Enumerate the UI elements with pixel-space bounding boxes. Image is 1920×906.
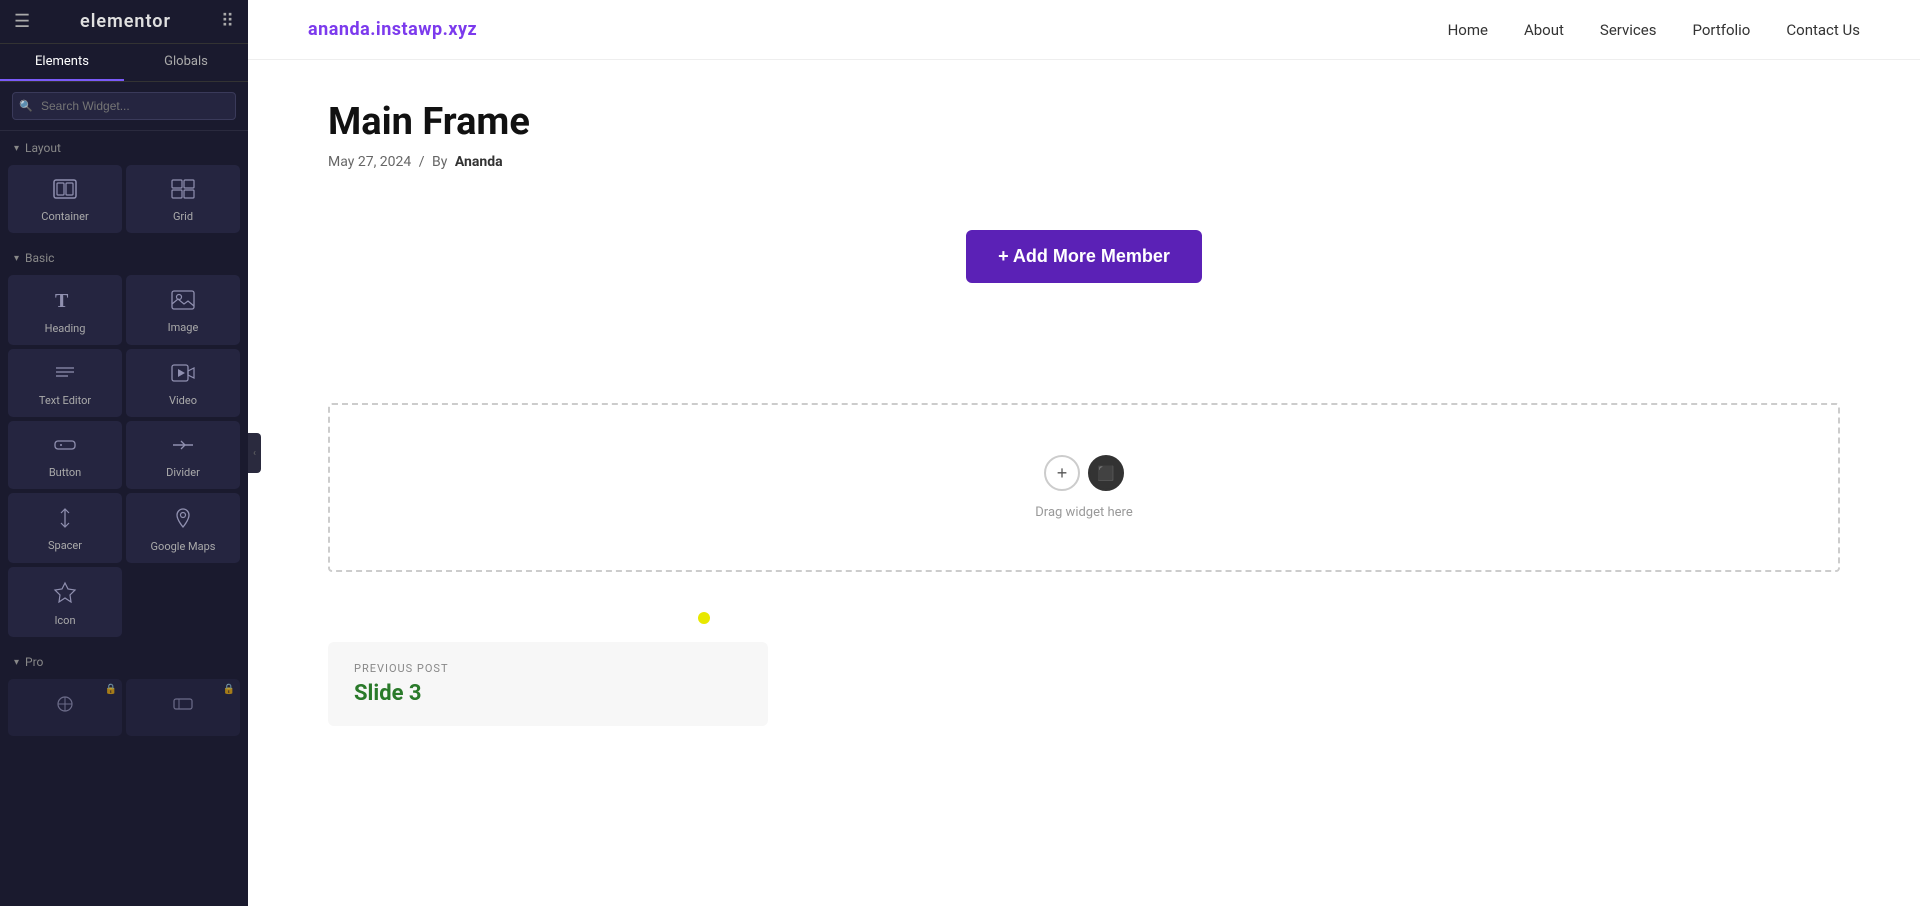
pro-widget-1[interactable]: 🔒: [8, 679, 122, 736]
nav-contact[interactable]: Contact Us: [1786, 21, 1860, 39]
pro-widget-2-icon: [172, 693, 194, 720]
drop-template-button[interactable]: ⬛: [1088, 455, 1124, 491]
nav-home[interactable]: Home: [1448, 21, 1488, 39]
sidebar-logo: elementor: [80, 11, 171, 32]
text-editor-icon: [53, 363, 77, 388]
pro-lock-2: 🔒: [223, 684, 235, 695]
page-title: Main Frame: [328, 100, 1840, 144]
image-icon: [171, 290, 195, 315]
image-label: Image: [168, 321, 199, 334]
sidebar-tabs: Elements Globals: [0, 44, 248, 82]
drop-hint: Drag widget here: [1035, 505, 1132, 520]
hamburger-icon[interactable]: ☰: [14, 11, 30, 32]
widget-button[interactable]: Button: [8, 421, 122, 489]
sidebar-wrapper: ☰ elementor ⠿ Elements Globals Layout Co…: [0, 0, 248, 906]
post-nav-title: Slide 3: [354, 681, 742, 706]
grid-icon[interactable]: ⠿: [221, 11, 234, 32]
drop-zone: + ⬛ Drag widget here: [328, 403, 1840, 572]
icon-label: Icon: [54, 614, 75, 627]
spacer-icon: [53, 508, 77, 533]
container-icon: [53, 179, 77, 204]
icon-widget-icon: [53, 581, 77, 608]
nav-portfolio[interactable]: Portfolio: [1692, 21, 1750, 39]
page-meta: May 27, 2024 / By Ananda: [328, 154, 1840, 170]
layout-widget-grid: Container Grid: [0, 161, 248, 241]
nav-logo[interactable]: ananda.instawp.xyz: [308, 19, 477, 40]
cursor-indicator: [698, 612, 710, 624]
pro-widget-grid: 🔒 🔒: [0, 675, 248, 744]
widget-heading[interactable]: T Heading: [8, 275, 122, 345]
tab-elements[interactable]: Elements: [0, 44, 124, 81]
widget-grid[interactable]: Grid: [126, 165, 240, 233]
sidebar-search: [0, 82, 248, 131]
widget-icon[interactable]: Icon: [8, 567, 122, 637]
pro-widget-1-icon: [54, 693, 76, 720]
meta-by: By: [432, 154, 447, 170]
widget-text-editor[interactable]: Text Editor: [8, 349, 122, 417]
collapse-handle[interactable]: ‹: [248, 433, 261, 473]
widget-image[interactable]: Image: [126, 275, 240, 345]
nav-links: Home About Services Portfolio Contact Us: [1448, 20, 1860, 39]
grid-icon-widget: [171, 179, 195, 204]
button-icon: [53, 435, 77, 460]
meta-date: May 27, 2024: [328, 154, 411, 170]
search-input[interactable]: [12, 92, 236, 120]
pro-lock-1: 🔒: [105, 684, 117, 695]
top-nav: ananda.instawp.xyz Home About Services P…: [248, 0, 1920, 60]
drop-add-button[interactable]: +: [1044, 455, 1080, 491]
google-maps-icon: [171, 507, 195, 534]
video-icon: [171, 363, 195, 388]
meta-author: Ananda: [455, 154, 503, 170]
widget-video[interactable]: Video: [126, 349, 240, 417]
divider-label: Divider: [166, 466, 200, 479]
basic-widget-grid: T Heading Image Text Editor: [0, 271, 248, 645]
heading-label: Heading: [45, 322, 86, 335]
grid-label: Grid: [173, 210, 193, 223]
widget-container[interactable]: Container: [8, 165, 122, 233]
container-label: Container: [41, 210, 88, 223]
widget-divider[interactable]: Divider: [126, 421, 240, 489]
main-area: ananda.instawp.xyz Home About Services P…: [248, 0, 1920, 906]
post-nav-card[interactable]: PREVIOUS POST Slide 3: [328, 642, 768, 726]
widget-spacer[interactable]: Spacer: [8, 493, 122, 563]
pro-widget-2[interactable]: 🔒: [126, 679, 240, 736]
add-member-button[interactable]: + Add More Member: [966, 230, 1202, 283]
basic-section-label: Basic: [0, 241, 248, 271]
widget-google-maps[interactable]: Google Maps: [126, 493, 240, 563]
button-label: Button: [49, 466, 81, 479]
nav-about[interactable]: About: [1524, 21, 1564, 39]
post-nav-label: PREVIOUS POST: [354, 662, 742, 675]
nav-services[interactable]: Services: [1600, 21, 1657, 39]
page-content: Main Frame May 27, 2024 / By Ananda + Ad…: [248, 60, 1920, 906]
divider-icon: [171, 435, 195, 460]
drop-zone-buttons: + ⬛: [1044, 455, 1124, 491]
heading-icon: T: [53, 289, 77, 316]
tab-globals[interactable]: Globals: [124, 44, 248, 81]
sidebar-header: ☰ elementor ⠿: [0, 0, 248, 44]
google-maps-label: Google Maps: [151, 540, 216, 553]
spacer-label: Spacer: [48, 539, 82, 552]
text-editor-label: Text Editor: [39, 394, 91, 407]
sidebar: ☰ elementor ⠿ Elements Globals Layout Co…: [0, 0, 248, 906]
video-label: Video: [169, 394, 197, 407]
meta-sep: /: [419, 154, 425, 170]
svg-text:T: T: [55, 290, 69, 311]
layout-section-label: Layout: [0, 131, 248, 161]
pro-section-label: Pro: [0, 645, 248, 675]
